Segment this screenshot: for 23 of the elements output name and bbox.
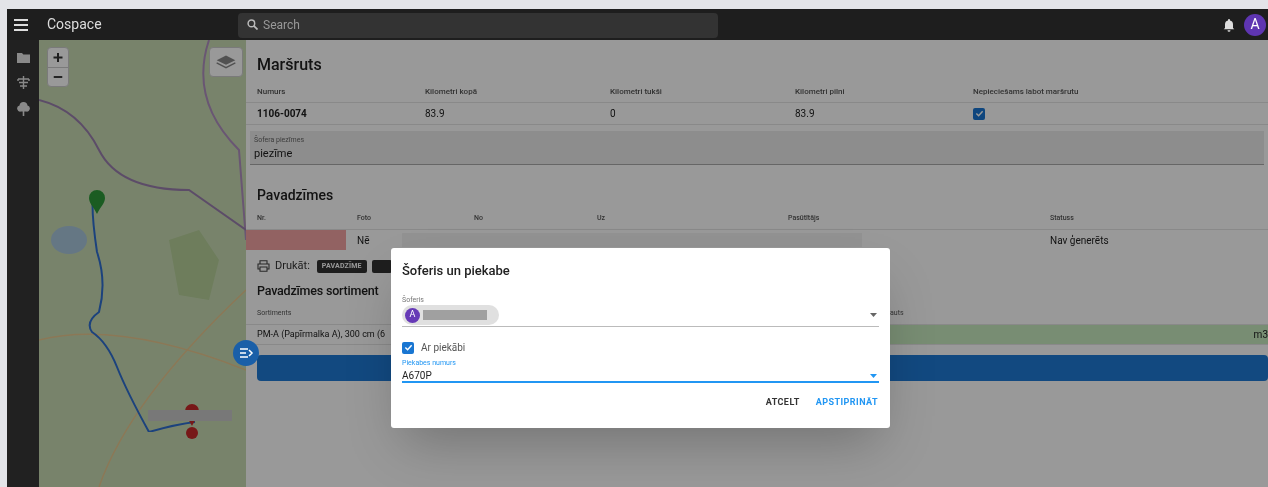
- print-label: Drukāt:: [275, 257, 310, 274]
- column-header: Kilometri tukši: [610, 85, 663, 98]
- section-title: Maršruts: [257, 54, 323, 76]
- dialog-title: Šoferis un piekabe: [402, 262, 511, 280]
- table-cell-text: Nav ģenerēts: [1049, 233, 1110, 248]
- column-header: Nepieciešams labot maršrutu: [973, 85, 1080, 98]
- section-title: Pavadzīmes: [257, 186, 335, 205]
- field-value: A670P: [402, 369, 433, 383]
- table-cell-text: 1106-0074: [257, 107, 308, 121]
- section-title: Pavadzīmes sortiment: [257, 282, 379, 300]
- app-title: Cospace: [47, 15, 103, 34]
- field-value: piezīme: [254, 145, 294, 162]
- table-cell-text: 83.9: [425, 107, 446, 121]
- table-cell: PM-A (Papīrmalka A), 300 cm (6: [257, 328, 386, 339]
- table-cell-text: 83.9: [795, 107, 816, 121]
- column-header: Kilometri kopā: [425, 85, 478, 98]
- table-cell-text: 0: [610, 107, 617, 121]
- column-header: Numurs: [257, 85, 287, 98]
- table-cell-text: Nē: [356, 233, 371, 248]
- driver-avatar: A: [405, 307, 420, 323]
- unit-text: m3: [1253, 327, 1268, 342]
- column-header: Kilometri pilni: [795, 85, 846, 98]
- checkbox-label: Ar piekābi: [421, 341, 466, 355]
